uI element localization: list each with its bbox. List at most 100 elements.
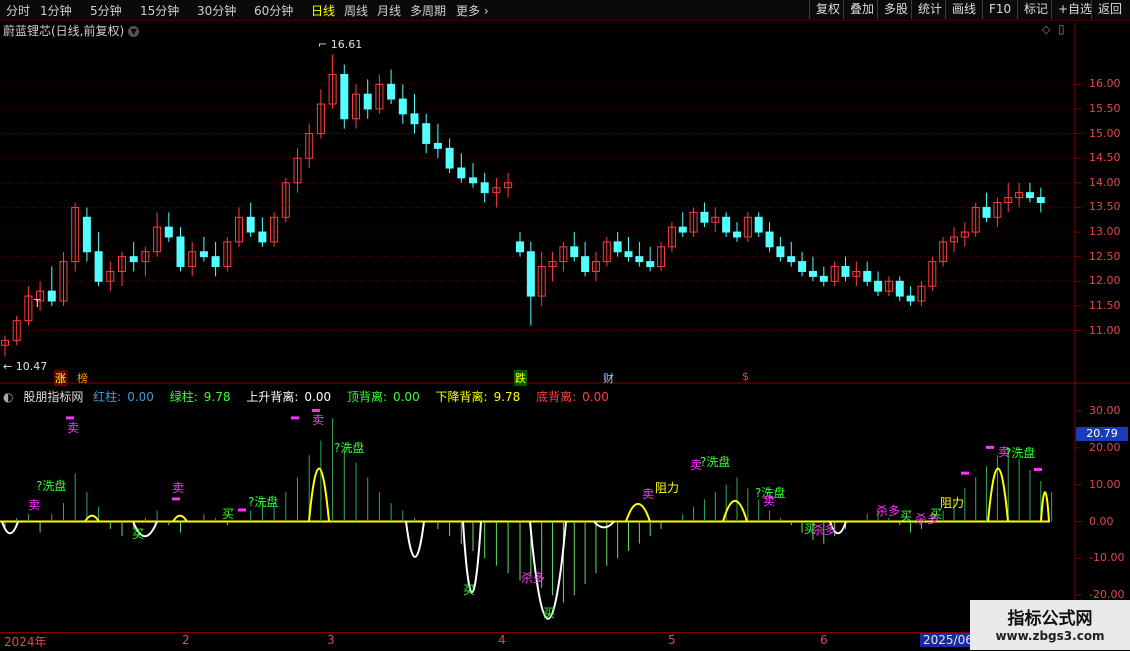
event-mark-board[interactable]: 榜 xyxy=(77,370,88,386)
resist-signal-label: 阻力 xyxy=(940,496,964,510)
event-mark-fall[interactable]: 跌 xyxy=(514,370,527,386)
event-mark-dollar[interactable]: $ xyxy=(742,370,749,383)
date-label-apr: 4 xyxy=(498,633,506,647)
candle-down xyxy=(700,211,709,223)
sell-signal-label: 卖 xyxy=(763,494,775,508)
low-price-label: ← 10.47 xyxy=(3,360,48,373)
candle-down xyxy=(516,241,524,253)
wash-signal-label: ?洗盘 xyxy=(700,454,730,469)
ind-axis-label: 0.00 xyxy=(1089,514,1114,528)
sell-signal-label: 卖 xyxy=(28,498,40,512)
price-axis-label: 16.00 xyxy=(1089,77,1121,91)
event-mark-finance[interactable]: 财 xyxy=(603,370,614,386)
wash-signal-label: ?洗盘 xyxy=(248,494,278,509)
date-label-2024: 2024年 xyxy=(4,635,47,649)
price-axis-label: 12.50 xyxy=(1089,249,1121,263)
price-axis-label: 12.00 xyxy=(1089,274,1121,288)
white-trough xyxy=(1,521,19,535)
top-signal-marker xyxy=(172,497,180,501)
candle-down xyxy=(624,251,633,258)
current-indicator-value: 20.79 xyxy=(1076,427,1128,441)
candle-down xyxy=(787,256,796,263)
candle-down xyxy=(570,246,579,258)
wash-signal-label: ?洗盘 xyxy=(36,478,66,493)
candle-down xyxy=(1036,197,1045,204)
red-bar-value: 0.00 xyxy=(127,390,154,404)
green-bar-label: 绿柱: xyxy=(169,390,198,404)
candle-down xyxy=(678,226,687,233)
candle-down xyxy=(1025,192,1034,199)
top-signal-marker xyxy=(986,445,994,449)
candle-down xyxy=(363,93,372,110)
candle-down xyxy=(469,177,477,184)
candle-down xyxy=(199,251,208,258)
candle-down xyxy=(819,275,828,282)
low-price-value: 10.47 xyxy=(15,360,48,373)
price-axis: 16.00 15.50 15.00 14.50 14.00 13.50 13.00 12.50… xyxy=(1075,22,1130,632)
price-axis-label: 13.00 xyxy=(1089,225,1121,239)
candle-down xyxy=(480,182,489,194)
candle-down xyxy=(164,226,173,238)
price-axis-label: 14.50 xyxy=(1089,151,1121,165)
green-bar-value: 9.78 xyxy=(203,390,231,404)
date-axis: 2024年 2 3 4 5 6 2025/06/ xyxy=(0,632,1075,651)
top-signal-marker xyxy=(312,409,320,413)
candle-down xyxy=(258,231,267,243)
candle-down xyxy=(82,216,91,253)
price-axis-label: 14.00 xyxy=(1089,175,1121,189)
price-axis-label: 11.00 xyxy=(1089,323,1121,337)
candle-down xyxy=(129,256,138,263)
candle-down xyxy=(581,256,590,272)
white-trough xyxy=(405,521,425,558)
candle-down xyxy=(176,236,185,268)
indicator-name[interactable]: 股朋指标网 xyxy=(23,390,83,404)
sell-signal-label: 卖 xyxy=(67,421,79,435)
down-divergence-value: 9.78 xyxy=(493,390,521,404)
candle-down xyxy=(526,251,535,297)
candlestick-chart: ?洗盘卖卖买卖买?洗盘卖?洗盘买杀多买阻力卖卖?洗盘?洗盘卖买杀多杀多买杀多买阻… xyxy=(0,22,1130,632)
ind-axis-label: 20.00 xyxy=(1089,440,1121,454)
candle-down xyxy=(874,280,883,292)
candle-down xyxy=(246,216,255,233)
buy-signal-label: 买 xyxy=(543,606,555,620)
top-divergence-value: 0.00 xyxy=(392,390,420,404)
watermark-title: 指标公式网 xyxy=(1007,609,1093,629)
candle-down xyxy=(387,83,396,100)
white-trough xyxy=(462,521,482,594)
up-divergence-label: 上升背离: xyxy=(246,390,299,404)
candle-down xyxy=(398,98,407,115)
yellow-peak xyxy=(987,467,1009,522)
candle-down xyxy=(765,231,774,248)
ind-axis-label: 10.00 xyxy=(1089,477,1121,491)
bottom-divergence-value: 0.00 xyxy=(582,390,609,404)
price-axis-label: 11.50 xyxy=(1089,298,1121,312)
wash-signal-label: ?洗盘 xyxy=(334,440,364,455)
top-signal-marker xyxy=(1034,467,1042,471)
top-signal-marker xyxy=(291,416,299,420)
red-bar-label: 红柱: xyxy=(93,390,122,404)
event-mark-rise[interactable]: 涨 xyxy=(54,370,67,386)
yellow-peak xyxy=(308,467,330,522)
candle-down xyxy=(808,270,817,277)
sell-signal-label: 卖 xyxy=(642,487,654,501)
candle-down xyxy=(340,73,349,120)
wash-signal-label: ?洗盘 xyxy=(1005,445,1035,460)
bottom-divergence-label: 底背离: xyxy=(536,390,577,404)
kill-signal-label: 杀多 xyxy=(876,503,900,518)
date-label-jun: 6 xyxy=(820,633,828,647)
candle-down xyxy=(982,206,991,218)
down-divergence-label: 下降背离: xyxy=(435,390,488,404)
date-label-mar: 3 xyxy=(327,633,335,647)
up-divergence-value: 0.00 xyxy=(304,390,332,404)
top-signal-marker xyxy=(238,508,246,512)
candle-down xyxy=(410,113,419,125)
kill-signal-label: 杀多 xyxy=(812,522,836,537)
candle-down xyxy=(733,231,741,238)
candle-down xyxy=(422,123,431,144)
kill-signal-label: 杀多 xyxy=(521,570,545,585)
watermark-logo: 指标公式网 www.zbgs3.com xyxy=(970,600,1130,650)
resist-signal-label: 阻力 xyxy=(655,481,679,495)
indicator-settings-icon[interactable]: ◐ xyxy=(3,390,13,404)
candle-down xyxy=(47,290,56,302)
high-price-value: 16.61 xyxy=(330,38,363,51)
